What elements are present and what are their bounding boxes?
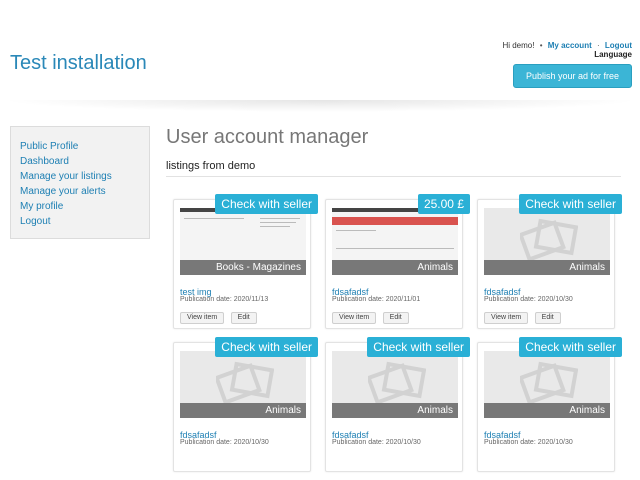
account-sidebar: Public Profile Dashboard Manage your lis… [10, 126, 150, 239]
listing-category: Animals [484, 260, 610, 275]
site-header: Test installation Hi demo! • My account … [0, 0, 640, 112]
site-title[interactable]: Test installation [10, 52, 147, 75]
listing-thumbnail[interactable]: Animals [484, 351, 610, 418]
listing-date: Publication date: 2020/10/30 [484, 296, 573, 303]
listing-card: Animals 25.00 £ fdsafadsf Publication da… [325, 194, 470, 329]
language-selector[interactable]: Language [594, 50, 632, 59]
image-placeholder-icon [368, 361, 426, 403]
link-separator: · [596, 41, 600, 50]
listing-date: Publication date: 2020/10/30 [180, 439, 269, 446]
listing-card: Animals Check with seller fdsafadsf Publ… [477, 194, 622, 329]
view-item-button[interactable]: View item [332, 312, 377, 324]
image-placeholder-icon [520, 361, 578, 403]
edit-button[interactable]: Edit [230, 312, 257, 324]
listing-card: Animals Check with seller fdsafadsf Publ… [325, 337, 470, 472]
image-placeholder-icon [520, 218, 578, 260]
user-links: Hi demo! • My account · Logout [502, 41, 632, 50]
price-badge: Check with seller [519, 337, 622, 357]
price-badge: Check with seller [215, 194, 318, 214]
price-badge: 25.00 £ [417, 194, 470, 214]
listing-category: Animals [332, 260, 458, 275]
sidebar-item-manage-listings[interactable]: Manage your listings [20, 169, 140, 184]
listing-date: Publication date: 2020/10/30 [332, 439, 421, 446]
listing-card: Animals Check with seller fdsafadsf Publ… [173, 337, 318, 472]
listing-date: Publication date: 2020/11/01 [332, 296, 421, 303]
view-item-button[interactable]: View item [180, 312, 225, 324]
listing-date: Publication date: 2020/10/30 [484, 439, 573, 446]
image-placeholder-icon [216, 361, 274, 403]
publish-ad-button[interactable]: Publish your ad for free [513, 64, 632, 88]
logout-link[interactable]: Logout [605, 41, 632, 50]
sidebar-item-manage-alerts[interactable]: Manage your alerts [20, 184, 140, 199]
listing-category: Animals [180, 403, 306, 418]
edit-button[interactable]: Edit [534, 312, 561, 324]
header-shadow [0, 100, 640, 112]
sidebar-item-public-profile[interactable]: Public Profile [20, 139, 140, 154]
sidebar-item-my-profile[interactable]: My profile [20, 199, 140, 214]
greeting: Hi demo! [502, 41, 535, 50]
edit-button[interactable]: Edit [382, 312, 409, 324]
my-account-link[interactable]: My account [548, 41, 592, 50]
listing-card: Animals Check with seller fdsafadsf Publ… [477, 337, 622, 472]
bullet-separator: • [539, 41, 543, 50]
price-badge: Check with seller [215, 337, 318, 357]
screenshot-thumbnail [332, 208, 458, 260]
listing-thumbnail[interactable]: Animals [332, 351, 458, 418]
price-badge: Check with seller [519, 194, 622, 214]
page-title: User account manager [166, 126, 369, 148]
listing-thumbnail[interactable]: Animals [180, 351, 306, 418]
divider [166, 176, 621, 177]
screenshot-thumbnail [180, 208, 306, 260]
price-badge: Check with seller [367, 337, 470, 357]
sidebar-item-logout[interactable]: Logout [20, 214, 140, 229]
listing-thumbnail[interactable]: Animals [484, 208, 610, 275]
listing-category: Animals [332, 403, 458, 418]
listing-card: Books - Magazines Check with seller test… [173, 194, 318, 329]
listings-subtitle: listings from demo [166, 160, 256, 172]
listing-date: Publication date: 2020/11/13 [180, 296, 269, 303]
sidebar-item-dashboard[interactable]: Dashboard [20, 154, 140, 169]
listing-category: Animals [484, 403, 610, 418]
listing-category: Books - Magazines [180, 260, 306, 275]
listing-thumbnail[interactable]: Books - Magazines [180, 208, 306, 275]
listing-thumbnail[interactable]: Animals [332, 208, 458, 275]
view-item-button[interactable]: View item [484, 312, 529, 324]
